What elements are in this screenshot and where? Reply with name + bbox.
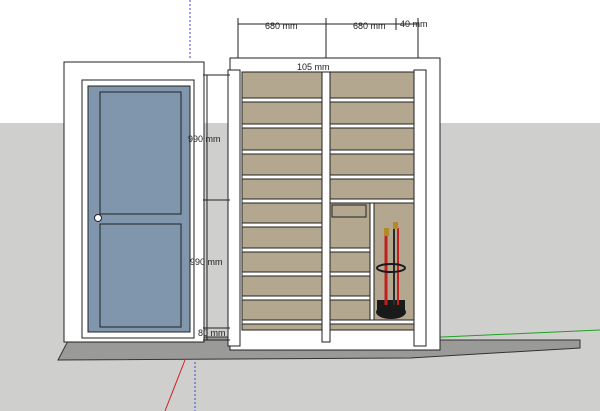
shelf (241, 247, 323, 253)
dim-top-right: 680 mm (353, 21, 386, 31)
shelf (241, 271, 323, 277)
shelf (329, 174, 415, 180)
shelf (241, 295, 323, 301)
cabinet-divider (321, 71, 331, 343)
dim-top-edge: 40 mm (400, 19, 428, 29)
shelf (329, 271, 371, 277)
shelf (329, 97, 415, 103)
shelf (241, 319, 323, 325)
cabinet-left-door[interactable] (227, 69, 241, 347)
shelf (329, 198, 415, 204)
dim-center-gap: 105 mm (297, 62, 330, 72)
stand-bowl (377, 300, 405, 312)
shelf (241, 123, 323, 129)
model-viewport[interactable]: 680 mm 680 mm 40 mm 105 mm 990 mm 990 mm… (0, 0, 600, 411)
shelf (329, 123, 415, 129)
shelf (241, 222, 323, 228)
shelf (329, 247, 371, 253)
shelf (329, 149, 415, 155)
cabinet-right-door[interactable] (413, 69, 427, 347)
door-knob[interactable] (94, 214, 102, 222)
door-lower-panel (99, 223, 182, 328)
shelf (241, 174, 323, 180)
umbrella-partition (369, 202, 375, 321)
dim-base-height: 80 mm (198, 328, 226, 338)
umbrella-handle (384, 228, 389, 236)
shelf (329, 319, 415, 325)
drawer-box[interactable] (331, 204, 367, 218)
shelf (329, 295, 371, 301)
scene-canvas[interactable]: 680 mm 680 mm 40 mm 105 mm 990 mm 990 mm… (0, 0, 600, 411)
dim-upper-height: 990 mm (188, 134, 221, 144)
door-upper-panel (99, 91, 182, 215)
shelf (241, 149, 323, 155)
shelf (241, 198, 323, 204)
dim-top-left: 680 mm (265, 21, 298, 31)
umbrella-handle-2 (393, 222, 398, 229)
shelf (241, 97, 323, 103)
dim-lower-height: 990 mm (190, 257, 223, 267)
